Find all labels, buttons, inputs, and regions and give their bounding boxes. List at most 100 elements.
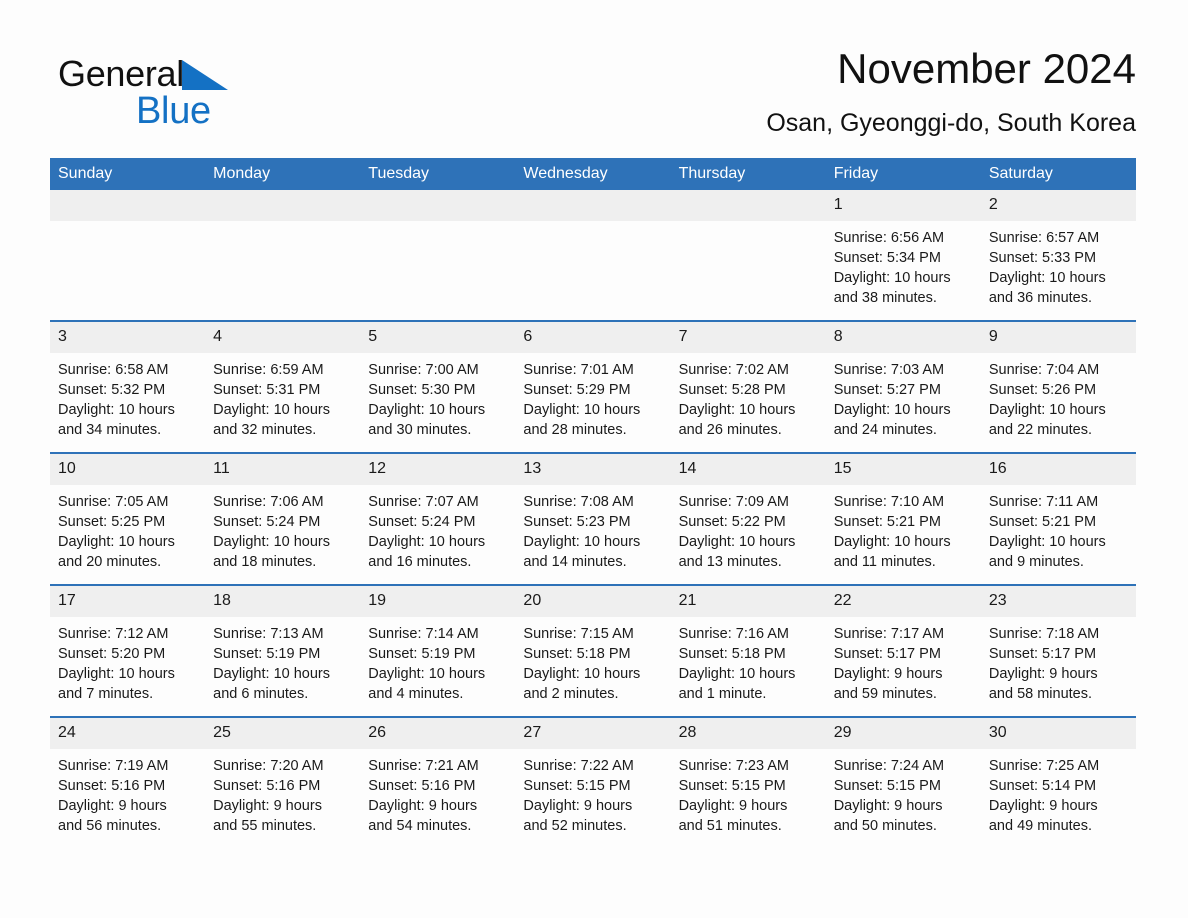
sunrise-text: Sunrise: 7:02 AM: [678, 362, 789, 378]
calendar-day-cell[interactable]: 24 Sunrise: 7:19 AM Sunset: 5:16 PM Dayligh…: [50, 716, 206, 848]
sunset-text: Sunset: 5:24 PM: [368, 514, 476, 530]
calendar-day-cell[interactable]: 20 Sunrise: 7:15 AM Sunset: 5:18 PM Dayligh…: [515, 584, 671, 717]
daylight-text-cont: and 32 minutes.: [213, 422, 317, 438]
daylight-text: Daylight: 9 hours: [988, 798, 1098, 814]
sunrise-text: Sunrise: 7:25 AM: [988, 758, 1100, 774]
calendar-day-cell[interactable]: 7 Sunrise: 7:02 AM Sunset: 5:28 PM Daylight…: [670, 320, 826, 453]
calendar-day-cell[interactable]: 26 Sunrise: 7:21 AM Sunset: 5:16 PM Dayligh…: [360, 716, 516, 848]
calendar-day-cell[interactable]: 30 Sunrise: 7:25 AM Sunset: 5:14 PM Dayligh…: [980, 716, 1136, 848]
calendar-day-cell[interactable]: 1 Sunrise: 6:56 AM Sunset: 5:34 PM Daylight…: [825, 190, 981, 321]
day-details: Sunrise: 6:57 AM Sunset: 5:33 PM Daylight:…: [981, 221, 1136, 320]
calendar-day-cell[interactable]: 12 Sunrise: 7:07 AM Sunset: 5:24 PM Dayligh…: [360, 452, 516, 585]
calendar-day-cell[interactable]: 16 Sunrise: 7:11 AM Sunset: 5:21 PM Dayligh…: [980, 452, 1136, 585]
calendar-container: Sunday Monday Tuesday Wednesday Thursday…: [50, 158, 1136, 848]
daylight-text: Daylight: 9 hours: [368, 798, 478, 814]
sunrise-text: Sunrise: 7:18 AM: [988, 626, 1100, 642]
sunrise-text: Sunrise: 7:22 AM: [523, 758, 634, 774]
daylight-text-cont: and 58 minutes.: [988, 686, 1093, 702]
daylight-text: Daylight: 10 hours: [678, 666, 796, 682]
calendar-day-cell[interactable]: 3 Sunrise: 6:58 AM Sunset: 5:32 PM Daylight…: [50, 320, 206, 453]
daylight-text-cont: and 6 minutes.: [213, 686, 309, 702]
calendar-day-cell[interactable]: 27 Sunrise: 7:22 AM Sunset: 5:15 PM Dayligh…: [515, 716, 671, 848]
calendar-day-cell[interactable]: 9 Sunrise: 7:04 AM Sunset: 5:26 PM Daylight…: [980, 320, 1136, 453]
calendar-header-row: Sunday Monday Tuesday Wednesday Thursday…: [50, 158, 1136, 190]
calendar-day-cell[interactable]: 6 Sunrise: 7:01 AM Sunset: 5:29 PM Daylight…: [515, 320, 671, 453]
sunset-text: Sunset: 5:22 PM: [678, 514, 786, 530]
day-details: Sunrise: 7:02 AM Sunset: 5:28 PM Daylight:…: [671, 353, 826, 452]
day-details: Sunrise: 7:14 AM Sunset: 5:19 PM Daylight:…: [360, 617, 515, 716]
calendar-day-cell[interactable]: 5 Sunrise: 7:00 AM Sunset: 5:30 PM Daylight…: [360, 320, 516, 453]
day-number: 4: [205, 322, 361, 353]
day-number: 28: [670, 718, 826, 749]
calendar-week-row: 24 Sunrise: 7:19 AM Sunset: 5:16 PM Dayligh…: [50, 716, 1136, 848]
generalblue-logo[interactable]: General Blue: [58, 54, 318, 140]
calendar-day-cell[interactable]: 4 Sunrise: 6:59 AM Sunset: 5:31 PM Daylight…: [205, 320, 361, 453]
weekday-header-sunday: Sunday: [50, 158, 206, 190]
day-number: [205, 190, 361, 221]
sunset-text: Sunset: 5:17 PM: [833, 646, 941, 662]
day-number: 16: [980, 454, 1136, 485]
daylight-text: Daylight: 9 hours: [833, 798, 943, 814]
day-number: 15: [825, 454, 981, 485]
day-details: Sunrise: 7:19 AM Sunset: 5:16 PM Daylight:…: [50, 749, 205, 848]
daylight-text: Daylight: 10 hours: [368, 534, 486, 550]
daylight-text: Daylight: 10 hours: [58, 534, 175, 550]
sunset-text: Sunset: 5:26 PM: [988, 382, 1097, 398]
sunrise-text: Sunrise: 7:14 AM: [368, 626, 479, 642]
sunset-text: Sunset: 5:16 PM: [213, 778, 321, 794]
calendar-day-cell[interactable]: 22 Sunrise: 7:17 AM Sunset: 5:17 PM Dayligh…: [825, 584, 981, 717]
calendar-day-cell[interactable]: 11 Sunrise: 7:06 AM Sunset: 5:24 PM Dayligh…: [205, 452, 361, 585]
calendar-day-cell[interactable]: 15 Sunrise: 7:10 AM Sunset: 5:21 PM Dayligh…: [825, 452, 981, 585]
sunset-text: Sunset: 5:31 PM: [213, 382, 321, 398]
logo-top-row: General: [58, 54, 318, 94]
day-details: Sunrise: 7:10 AM Sunset: 5:21 PM Daylight:…: [826, 485, 981, 584]
calendar-day-cell[interactable]: 10 Sunrise: 7:05 AM Sunset: 5:25 PM Dayligh…: [50, 452, 206, 585]
calendar-day-cell[interactable]: 19 Sunrise: 7:14 AM Sunset: 5:19 PM Dayligh…: [360, 584, 516, 717]
day-details: Sunrise: 7:03 AM Sunset: 5:27 PM Daylight:…: [826, 353, 981, 452]
calendar-day-cell[interactable]: 14 Sunrise: 7:09 AM Sunset: 5:22 PM Dayligh…: [670, 452, 826, 585]
daylight-text-cont: and 14 minutes.: [523, 554, 627, 570]
daylight-text-cont: and 13 minutes.: [678, 554, 782, 570]
calendar-day-cell[interactable]: 25 Sunrise: 7:20 AM Sunset: 5:16 PM Dayligh…: [205, 716, 361, 848]
day-number: 26: [360, 718, 516, 749]
calendar-day-cell[interactable]: 23 Sunrise: 7:18 AM Sunset: 5:17 PM Dayligh…: [980, 584, 1136, 717]
day-details: Sunrise: 7:16 AM Sunset: 5:18 PM Daylight:…: [671, 617, 826, 716]
day-number: 5: [360, 322, 516, 353]
daylight-text: Daylight: 9 hours: [58, 798, 167, 814]
sunset-text: Sunset: 5:32 PM: [58, 382, 166, 398]
calendar-day-cell[interactable]: 29 Sunrise: 7:24 AM Sunset: 5:15 PM Dayligh…: [825, 716, 981, 848]
sunrise-text: Sunrise: 7:00 AM: [368, 362, 479, 378]
daylight-text-cont: and 28 minutes.: [523, 422, 627, 438]
calendar-day-cell[interactable]: 28 Sunrise: 7:23 AM Sunset: 5:15 PM Dayligh…: [670, 716, 826, 848]
daylight-text-cont: and 9 minutes.: [988, 554, 1084, 570]
sunrise-text: Sunrise: 6:57 AM: [988, 230, 1100, 246]
calendar-day-cell[interactable]: 21 Sunrise: 7:16 AM Sunset: 5:18 PM Dayligh…: [670, 584, 826, 717]
daylight-text: Daylight: 10 hours: [523, 534, 641, 550]
calendar-day-cell[interactable]: 8 Sunrise: 7:03 AM Sunset: 5:27 PM Daylight…: [825, 320, 981, 453]
calendar-day-cell[interactable]: 18 Sunrise: 7:13 AM Sunset: 5:19 PM Dayligh…: [205, 584, 361, 717]
day-number: 20: [515, 586, 671, 617]
day-details: Sunrise: 7:13 AM Sunset: 5:19 PM Daylight:…: [205, 617, 360, 716]
calendar-day-cell[interactable]: 2 Sunrise: 6:57 AM Sunset: 5:33 PM Daylight…: [980, 190, 1136, 321]
sunrise-text: Sunrise: 7:20 AM: [213, 758, 324, 774]
day-details: Sunrise: 7:04 AM Sunset: 5:26 PM Daylight:…: [981, 353, 1136, 452]
daylight-text-cont: and 30 minutes.: [368, 422, 472, 438]
weekday-header-thursday: Thursday: [670, 158, 826, 190]
daylight-text-cont: and 22 minutes.: [988, 422, 1093, 438]
daylight-text: Daylight: 10 hours: [988, 534, 1106, 550]
day-details: Sunrise: 7:17 AM Sunset: 5:17 PM Daylight:…: [826, 617, 981, 716]
logo-word-blue: Blue: [136, 90, 211, 132]
sunrise-text: Sunrise: 7:24 AM: [833, 758, 945, 774]
calendar-day-cell[interactable]: 17 Sunrise: 7:12 AM Sunset: 5:20 PM Dayligh…: [50, 584, 206, 717]
calendar-day-cell[interactable]: 13 Sunrise: 7:08 AM Sunset: 5:23 PM Dayligh…: [515, 452, 671, 585]
daylight-text: Daylight: 9 hours: [678, 798, 788, 814]
daylight-text-cont: and 26 minutes.: [678, 422, 782, 438]
day-details: Sunrise: 6:58 AM Sunset: 5:32 PM Daylight:…: [50, 353, 205, 452]
calendar-day-cell-empty: [205, 190, 361, 321]
day-number: [515, 190, 671, 221]
calendar-table: Sunday Monday Tuesday Wednesday Thursday…: [50, 158, 1136, 848]
day-details: Sunrise: 7:24 AM Sunset: 5:15 PM Daylight:…: [826, 749, 981, 848]
sunrise-text: Sunrise: 7:03 AM: [833, 362, 945, 378]
title-block: November 2024 Osan, Gyeonggi-do, South K…: [436, 44, 1136, 138]
daylight-text-cont: and 11 minutes.: [833, 554, 936, 570]
